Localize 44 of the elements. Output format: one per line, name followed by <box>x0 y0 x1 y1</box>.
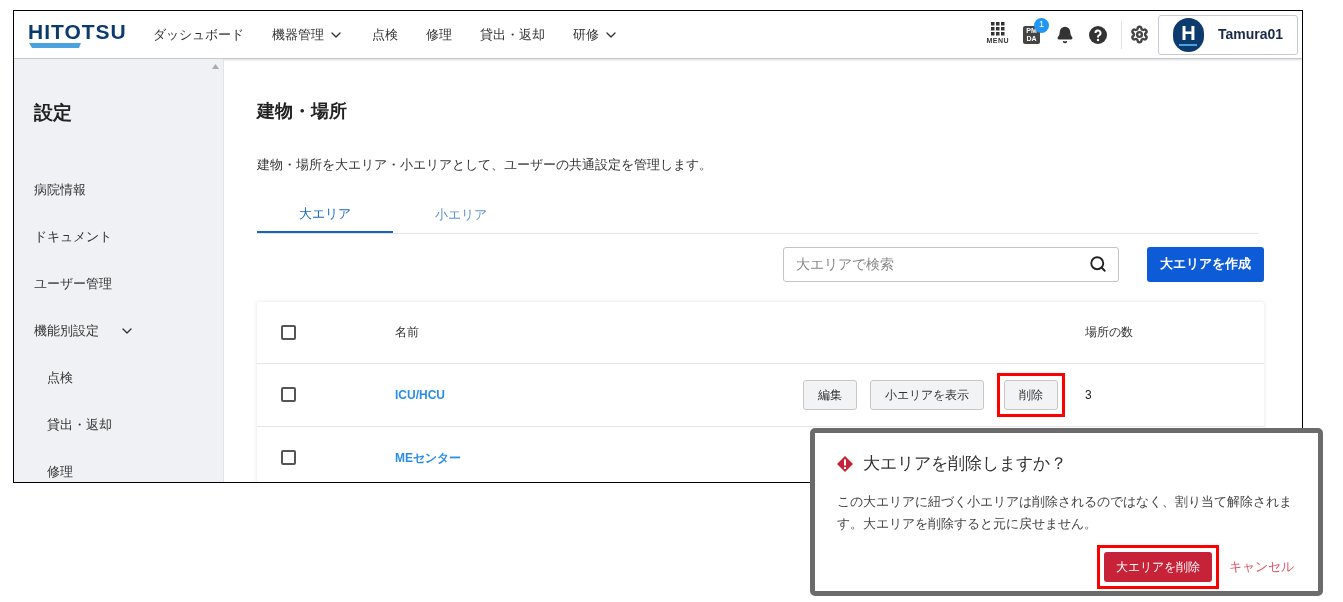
column-header: 場所の数 <box>1085 324 1134 341</box>
nav-link[interactable]: 研修 <box>572 24 619 45</box>
logo-underline-icon <box>29 43 83 48</box>
help-icon[interactable] <box>1089 25 1107 44</box>
area-name-link[interactable]: MEセンター <box>395 448 461 467</box>
checkbox[interactable] <box>281 450 296 465</box>
nav-link[interactable]: 点検 <box>371 24 398 45</box>
tab[interactable]: 大エリア <box>257 196 393 233</box>
sidebar-item[interactable]: ドキュメント <box>34 226 203 247</box>
sidebar-title: 設定 <box>34 101 73 125</box>
page-title: 建物・場所 <box>257 100 348 123</box>
page-description: 建物・場所を大エリア・小エリアとして、ユーザーの共通設定を管理します。 <box>257 156 713 174</box>
search-icon[interactable] <box>1089 254 1107 273</box>
checkbox[interactable] <box>281 387 296 402</box>
avatar-icon: H <box>1173 17 1204 52</box>
row-action-button[interactable]: 編集 <box>803 379 857 410</box>
sidebar-subitem[interactable]: 貸出・返却 <box>34 414 203 435</box>
sidebar-subitem[interactable]: 点検 <box>34 367 203 388</box>
tab[interactable]: 小エリア <box>393 196 529 233</box>
search-field[interactable]: 大エリアで検索 <box>783 246 1119 282</box>
nav-link[interactable]: 貸出・返却 <box>479 24 545 45</box>
nav-link[interactable]: ダッシュボード <box>152 24 244 45</box>
dialog-title: 大エリアを削除しますか？ <box>863 453 1067 475</box>
cancel-button[interactable]: キャンセル <box>1229 556 1296 577</box>
place-count: 3 <box>1085 386 1093 404</box>
row-action-button[interactable]: 小エリアを表示 <box>870 379 984 410</box>
grid-icon <box>990 22 1005 37</box>
sidebar-item[interactable]: 病院情報 <box>34 179 203 200</box>
settings-icon[interactable] <box>1130 25 1149 44</box>
delete-button[interactable]: 大エリアを削除 <box>1104 551 1212 582</box>
checkbox[interactable] <box>281 324 296 340</box>
row-action-button[interactable]: 削除 <box>1004 379 1058 410</box>
warning-icon <box>837 455 853 472</box>
column-header: 名前 <box>395 324 419 341</box>
nav-link[interactable]: 機器管理 <box>271 24 344 45</box>
dialog-message: この大エリアに紐づく小エリアは削除されるのではなく、割り当て解除されます。大エリアを削除すると元に戻せません。 <box>837 493 1293 533</box>
bell-icon[interactable] <box>1056 25 1074 44</box>
logo[interactable]: HITOTSU <box>28 21 127 42</box>
sidebar-item[interactable]: ユーザー管理 <box>34 273 203 294</box>
create-button[interactable]: 大エリアを作成 <box>1147 246 1264 282</box>
user-button[interactable]: H Tamura01 <box>1158 14 1298 55</box>
sidebar-item[interactable]: 機能別設定 <box>34 320 203 341</box>
sidebar-subitem[interactable]: 修理 <box>34 461 203 482</box>
nav-link[interactable]: 修理 <box>425 24 452 45</box>
